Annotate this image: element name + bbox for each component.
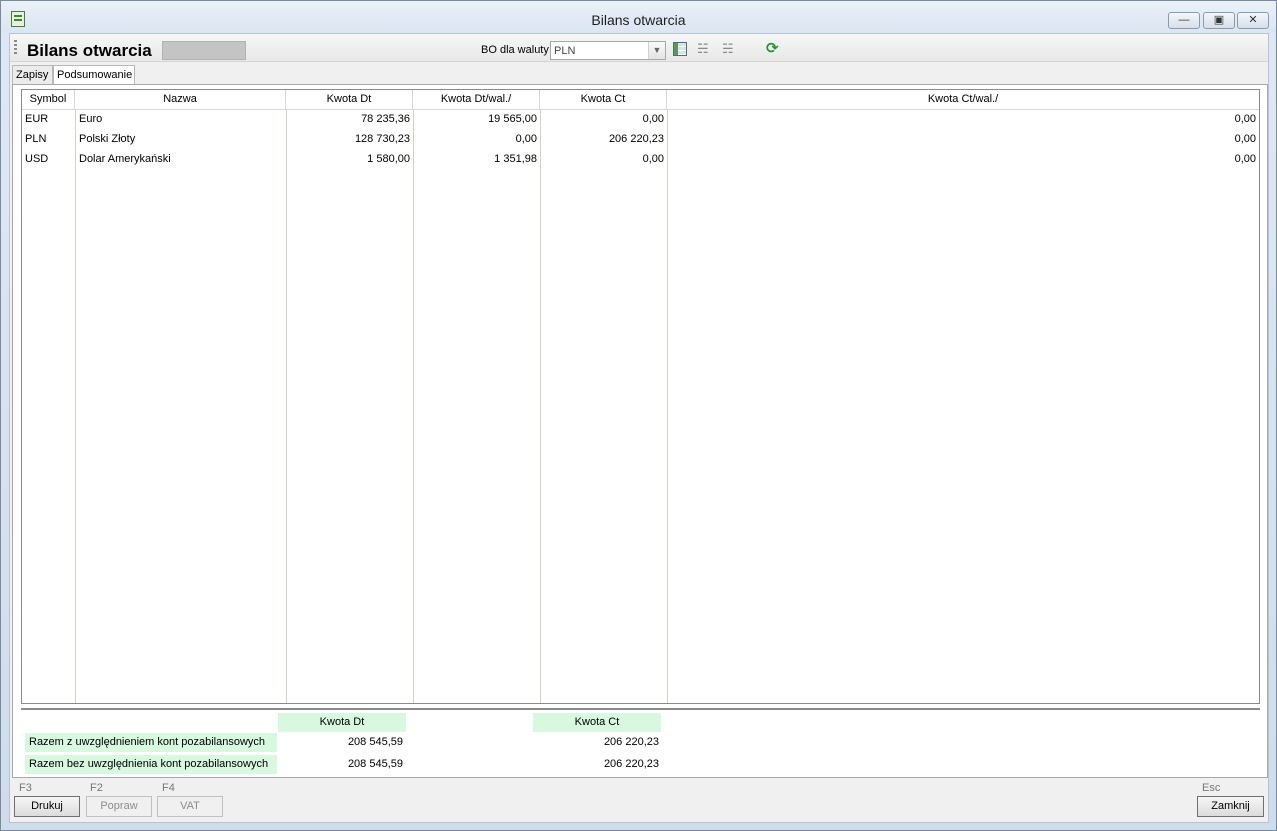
tree-collapse-icon[interactable]: ☵	[722, 42, 736, 56]
header-toolbar: Bilans otwarcia BO dla waluty PLN ▼ ☵ ☵ …	[10, 34, 1268, 62]
table-row[interactable]: USD Dolar Amerykański 1 580,00 1 351,98 …	[22, 150, 1259, 170]
summary-label-with-offbalance: Razem z uwzględnieniem kont pozabilansow…	[25, 733, 277, 752]
summary-header-kwota-dt: Kwota Dt	[278, 713, 406, 732]
summary-header-kwota-ct: Kwota Ct	[533, 713, 661, 732]
shortcut-f3: F3	[19, 782, 32, 794]
summary-value-ct: 206 220,23	[603, 758, 659, 770]
tab-podsumowanie[interactable]: Podsumowanie	[53, 65, 135, 86]
vat-button[interactable]: VAT	[157, 796, 223, 817]
cell-kwota-dt: 1 580,00	[367, 153, 410, 165]
column-divider	[75, 110, 76, 703]
column-divider	[540, 110, 541, 703]
cell-kwota-ct-wal: 0,00	[1234, 113, 1256, 125]
cell-kwota-ct-wal: 0,00	[1234, 133, 1256, 145]
column-header-nazwa[interactable]: Nazwa	[75, 90, 286, 110]
client-area: Bilans otwarcia BO dla waluty PLN ▼ ☵ ☵ …	[9, 33, 1269, 823]
window-title: Bilans otwarcia	[591, 12, 686, 28]
tab-zapisy[interactable]: Zapisy	[12, 65, 53, 85]
cell-kwota-ct: 0,00	[642, 113, 664, 125]
cell-nazwa: Euro	[79, 113, 103, 125]
tree-expand-icon[interactable]: ☵	[697, 42, 711, 56]
edit-button[interactable]: Popraw	[86, 796, 152, 817]
column-divider	[667, 110, 668, 703]
cell-symbol: USD	[25, 153, 49, 165]
cell-kwota-dt-wal: 0,00	[515, 133, 537, 145]
cell-nazwa: Polski Złoty	[79, 133, 136, 145]
page-title: Bilans otwarcia	[27, 41, 152, 60]
cell-symbol: PLN	[25, 133, 47, 145]
cell-kwota-dt: 128 730,23	[354, 133, 410, 145]
minimize-button[interactable]: —	[1168, 12, 1200, 29]
column-divider	[413, 110, 414, 703]
summary-value-ct: 206 220,23	[603, 736, 659, 748]
summary-value-dt: 208 545,59	[347, 758, 403, 770]
print-button[interactable]: Drukuj	[14, 796, 80, 817]
summary-value-dt: 208 545,59	[347, 736, 403, 748]
cell-kwota-ct: 206 220,23	[608, 133, 664, 145]
cell-kwota-dt-wal: 19 565,00	[488, 113, 537, 125]
chevron-down-icon[interactable]: ▼	[648, 42, 665, 59]
main-window: Bilans otwarcia — ▣ ✕ Bilans otwarcia BO…	[0, 0, 1277, 831]
cell-nazwa: Dolar Amerykański	[79, 153, 171, 165]
currency-value: PLN	[554, 45, 576, 57]
shortcut-f2: F2	[90, 782, 103, 794]
column-header-kwota-ct-wal[interactable]: Kwota Ct/wal./	[667, 90, 1259, 110]
column-header-symbol[interactable]: Symbol	[22, 90, 75, 110]
table-row[interactable]: PLN Polski Złoty 128 730,23 0,00 206 220…	[22, 130, 1259, 150]
column-header-kwota-dt[interactable]: Kwota Dt	[286, 90, 413, 110]
toolbar-grip-icon[interactable]	[14, 40, 17, 56]
cell-kwota-ct-wal: 0,00	[1234, 153, 1256, 165]
grid-view-icon[interactable]	[673, 42, 687, 56]
column-header-kwota-dt-wal[interactable]: Kwota Dt/wal./	[413, 90, 540, 110]
currency-label: BO dla waluty	[481, 44, 549, 56]
close-button[interactable]: ✕	[1237, 12, 1269, 29]
summary-tab-panel: Symbol Nazwa Kwota Dt Kwota Dt/wal./ Kwo…	[12, 84, 1268, 778]
restore-button[interactable]: ▣	[1203, 12, 1235, 29]
summary-section: Kwota Dt Kwota Ct Razem z uwzględnieniem…	[21, 708, 1260, 774]
document-number-field	[162, 41, 246, 60]
column-header-kwota-ct[interactable]: Kwota Ct	[540, 90, 667, 110]
table-row[interactable]: EUR Euro 78 235,36 19 565,00 0,00 0,00	[22, 110, 1259, 130]
column-divider	[286, 110, 287, 703]
cell-kwota-dt-wal: 1 351,98	[494, 153, 537, 165]
title-bar[interactable]: Bilans otwarcia — ▣ ✕	[1, 1, 1276, 33]
currency-select[interactable]: PLN ▼	[550, 41, 666, 60]
currency-grid[interactable]: Symbol Nazwa Kwota Dt Kwota Dt/wal./ Kwo…	[21, 89, 1260, 704]
close-window-button[interactable]: Zamknij	[1197, 796, 1264, 817]
refresh-icon[interactable]: ⟳	[766, 41, 780, 56]
cell-symbol: EUR	[25, 113, 49, 125]
cell-kwota-dt: 78 235,36	[361, 113, 410, 125]
shortcut-f4: F4	[162, 782, 175, 794]
shortcut-esc: Esc	[1202, 782, 1221, 794]
summary-label-without-offbalance: Razem bez uwzględnienia kont pozabilanso…	[25, 755, 277, 774]
cell-kwota-ct: 0,00	[642, 153, 664, 165]
grid-header: Symbol Nazwa Kwota Dt Kwota Dt/wal./ Kwo…	[22, 90, 1259, 110]
